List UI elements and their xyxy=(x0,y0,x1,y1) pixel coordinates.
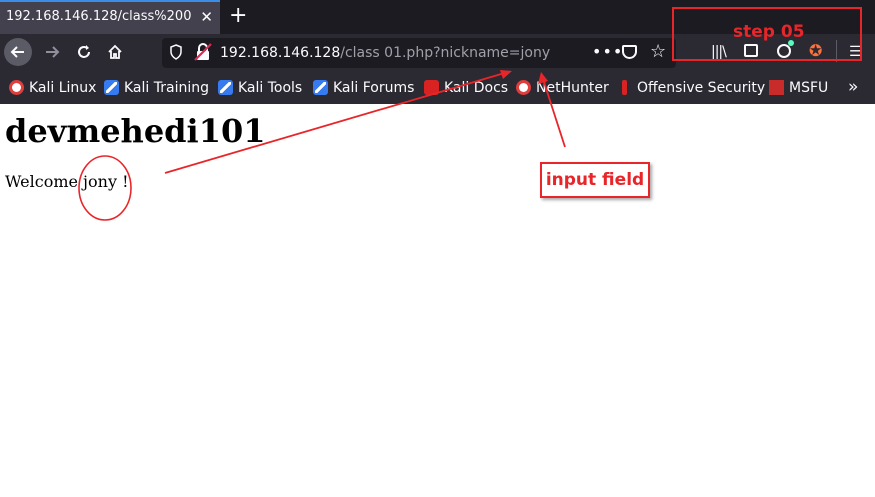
tab-close-icon[interactable]: ✕ xyxy=(200,2,213,32)
welcome-prefix: Welcome xyxy=(5,172,84,191)
bookmark-label: MSFU xyxy=(789,80,829,96)
bookmark-offensive-security[interactable]: Offensive Security xyxy=(617,71,765,105)
msfu-icon xyxy=(769,79,784,95)
bookmark-label: Kali Tools xyxy=(238,80,303,96)
active-tab[interactable]: 192.168.146.128/class%200 ✕ xyxy=(0,0,220,34)
bookmark-star-icon[interactable]: ☆ xyxy=(650,40,666,64)
home-button[interactable] xyxy=(101,38,129,66)
bookmark-label: Kali Training xyxy=(124,80,209,96)
url-bar[interactable]: 192.168.146.128/class 01.php?nickname=jo… xyxy=(162,38,676,68)
reload-icon xyxy=(78,45,90,58)
bookmark-label: Offensive Security xyxy=(637,80,766,96)
kali-tools-icon xyxy=(218,79,233,95)
page-actions-icon[interactable]: ••• xyxy=(592,38,623,66)
bookmark-label: Kali Forums xyxy=(333,80,415,96)
home-icon xyxy=(108,44,122,59)
tab-title: 192.168.146.128/class%200 xyxy=(6,9,192,24)
input-field-label: input field xyxy=(540,162,650,198)
url-text[interactable]: 192.168.146.128/class 01.php?nickname=jo… xyxy=(220,38,550,68)
insecure-lock-icon[interactable] xyxy=(194,43,212,61)
welcome-message: Welcome jony ! xyxy=(5,172,129,191)
bookmark-kali-linux[interactable]: Kali Linux xyxy=(9,71,96,105)
arrow-right-icon xyxy=(46,46,60,58)
kali-icon xyxy=(9,79,24,95)
back-button[interactable] xyxy=(4,38,32,66)
tracking-shield-icon[interactable] xyxy=(170,44,182,60)
arrow-left-icon xyxy=(10,46,24,58)
new-tab-button[interactable]: + xyxy=(229,2,247,30)
page-content: devmehedi101 Welcome jony ! xyxy=(0,104,875,497)
bookmark-kali-forums[interactable]: Kali Forums xyxy=(313,71,414,105)
bookmark-label: Kali Linux xyxy=(29,80,97,96)
url-path: /class 01.php?nickname=jony xyxy=(340,45,551,61)
nickname-value: jony xyxy=(83,172,117,191)
nethunter-icon xyxy=(516,79,531,95)
bookmark-kali-docs[interactable]: Kali Docs xyxy=(424,71,508,105)
forward-button[interactable] xyxy=(38,38,66,66)
url-host: 192.168.146.128 xyxy=(220,45,341,61)
bookmark-msfu[interactable]: MSFU xyxy=(769,71,828,105)
pocket-icon[interactable] xyxy=(622,45,637,59)
offsec-icon xyxy=(617,79,632,95)
bookmarks-toolbar: Kali Linux Kali Training Kali Tools Kali… xyxy=(0,71,875,104)
bookmark-kali-training[interactable]: Kali Training xyxy=(104,71,209,105)
welcome-suffix: ! xyxy=(116,172,129,191)
step-label: step 05 xyxy=(733,22,805,42)
kali-training-icon xyxy=(104,79,119,95)
bookmark-label: NetHunter xyxy=(536,80,609,96)
bookmark-nethunter[interactable]: NetHunter xyxy=(516,71,609,105)
page-heading: devmehedi101 xyxy=(5,112,266,150)
reload-button[interactable] xyxy=(70,38,98,66)
bookmark-label: Kali Docs xyxy=(444,80,509,96)
bookmarks-overflow-icon[interactable]: » xyxy=(848,71,858,104)
kali-docs-icon xyxy=(424,79,439,95)
kali-forums-icon xyxy=(313,79,328,95)
bookmark-kali-tools[interactable]: Kali Tools xyxy=(218,71,302,105)
